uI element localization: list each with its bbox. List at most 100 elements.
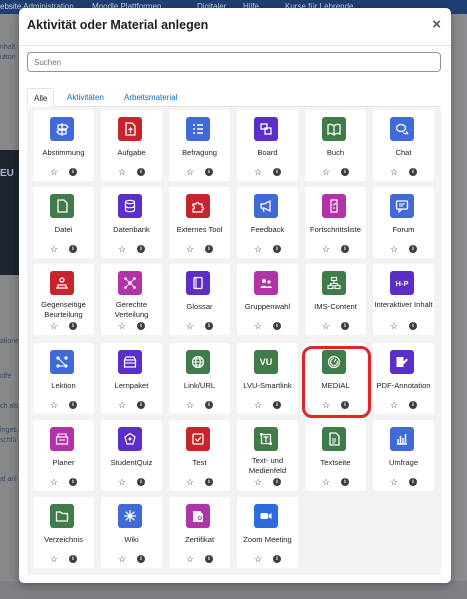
star-icon[interactable]: ☆ [322,167,330,177]
info-icon[interactable]: i [137,401,145,409]
search-input[interactable] [27,52,441,72]
star-icon[interactable]: ☆ [50,477,58,487]
star-icon[interactable]: ☆ [254,167,262,177]
activity-card-lvu-smartlink[interactable]: VU LVU-Smartlink ☆ i [237,343,298,414]
close-button[interactable]: × [432,17,441,32]
info-icon[interactable]: i [205,401,213,409]
info-icon[interactable]: i [273,555,281,563]
activity-card-lernpaket[interactable]: Lernpaket ☆ i [101,343,162,414]
info-icon[interactable]: i [137,322,145,330]
activity-card-lektion[interactable]: Lektion ☆ i [33,343,94,414]
info-icon[interactable]: i [341,168,349,176]
star-icon[interactable]: ☆ [254,321,262,331]
info-icon[interactable]: i [341,245,349,253]
star-icon[interactable]: ☆ [390,400,398,410]
star-icon[interactable]: ☆ [254,400,262,410]
activity-card-board[interactable]: Board ☆ i [237,110,298,181]
info-icon[interactable]: i [69,401,77,409]
info-icon[interactable]: i [205,245,213,253]
activity-card-zoom-meeting[interactable]: Zoom Meeting ☆ i [237,497,298,568]
activity-card-verzeichnis[interactable]: Verzeichnis ☆ i [33,497,94,568]
activity-card-interaktiver-inhalt[interactable]: H-P Interaktiver Inhalt ☆ i [373,264,434,335]
star-icon[interactable]: ☆ [50,554,58,564]
info-icon[interactable]: i [341,322,349,330]
info-icon[interactable]: i [409,322,417,330]
info-icon[interactable]: i [409,168,417,176]
star-icon[interactable]: ☆ [254,477,262,487]
activity-card-forum[interactable]: Forum ☆ i [373,187,434,258]
star-icon[interactable]: ☆ [322,244,330,254]
tab-activities[interactable]: Aktivitäten [61,88,110,107]
star-icon[interactable]: ☆ [254,244,262,254]
activity-card-chat[interactable]: Chat ☆ i [373,110,434,181]
star-icon[interactable]: ☆ [118,554,126,564]
star-icon[interactable]: ☆ [322,400,330,410]
star-icon[interactable]: ☆ [118,477,126,487]
activity-card-text-und-medienfeld[interactable]: Text- und Medienfeld ☆ i [237,420,298,491]
tab-all[interactable]: Alle [27,88,55,108]
info-icon[interactable]: i [205,555,213,563]
star-icon[interactable]: ☆ [50,321,58,331]
info-icon[interactable]: i [69,322,77,330]
info-icon[interactable]: i [205,322,213,330]
activity-card-pdf-annotation[interactable]: PDF-Annotation ☆ i [373,343,434,414]
info-icon[interactable]: i [205,478,213,486]
star-icon[interactable]: ☆ [50,167,58,177]
star-icon[interactable]: ☆ [118,167,126,177]
info-icon[interactable]: i [273,401,281,409]
activity-card-gerechte-verteilung[interactable]: Gerechte Verteilung ☆ i [101,264,162,335]
star-icon[interactable]: ☆ [390,321,398,331]
info-icon[interactable]: i [273,478,281,486]
info-icon[interactable]: i [69,168,77,176]
star-icon[interactable]: ☆ [390,244,398,254]
activity-card-umfrage[interactable]: Umfrage ☆ i [373,420,434,491]
star-icon[interactable]: ☆ [254,554,262,564]
star-icon[interactable]: ☆ [186,244,194,254]
activity-card-befragung[interactable]: Befragung ☆ i [169,110,230,181]
star-icon[interactable]: ☆ [186,554,194,564]
activity-card-medial[interactable]: MEDIAL ☆ i [305,343,366,414]
star-icon[interactable]: ☆ [390,477,398,487]
activity-card-abstimmung[interactable]: Abstimmung ☆ i [33,110,94,181]
star-icon[interactable]: ☆ [186,167,194,177]
activity-card-textseite[interactable]: Textseite ☆ i [305,420,366,491]
activity-card-test[interactable]: Test ☆ i [169,420,230,491]
info-icon[interactable]: i [409,245,417,253]
activity-card-buch[interactable]: Buch ☆ i [305,110,366,181]
activity-card-fortschrittsliste[interactable]: Fortschrittsliste ☆ i [305,187,366,258]
info-icon[interactable]: i [273,245,281,253]
info-icon[interactable]: i [137,168,145,176]
star-icon[interactable]: ☆ [50,244,58,254]
info-icon[interactable]: i [137,478,145,486]
star-icon[interactable]: ☆ [186,477,194,487]
info-icon[interactable]: i [69,555,77,563]
info-icon[interactable]: i [273,322,281,330]
activity-card-zertifikat[interactable]: Zertifikat ☆ i [169,497,230,568]
activity-card-datei[interactable]: Datei ☆ i [33,187,94,258]
info-icon[interactable]: i [409,478,417,486]
tab-resources[interactable]: Arbeitsmaterial [118,88,183,107]
star-icon[interactable]: ☆ [186,400,194,410]
activity-card-ims-content[interactable]: IMS-Content ☆ i [305,264,366,335]
activity-card-aufgabe[interactable]: Aufgabe ☆ i [101,110,162,181]
activity-card-gruppenwahl[interactable]: Gruppenwahl ☆ i [237,264,298,335]
activity-card-planer[interactable]: Planer ☆ i [33,420,94,491]
activity-card-feedback[interactable]: Feedback ☆ i [237,187,298,258]
activity-card-gegenseitige-beurteilung[interactable]: Gegenseitige Beurteilung ☆ i [33,264,94,335]
activity-card-datenbank[interactable]: Datenbank ☆ i [101,187,162,258]
activity-card-wiki[interactable]: Wiki ☆ i [101,497,162,568]
star-icon[interactable]: ☆ [118,244,126,254]
info-icon[interactable]: i [69,478,77,486]
activity-card-studentquiz[interactable]: StudentQuiz ☆ i [101,420,162,491]
info-icon[interactable]: i [205,168,213,176]
star-icon[interactable]: ☆ [322,477,330,487]
star-icon[interactable]: ☆ [118,321,126,331]
info-icon[interactable]: i [137,245,145,253]
info-icon[interactable]: i [273,168,281,176]
activity-card-externes-tool[interactable]: Externes Tool ☆ i [169,187,230,258]
info-icon[interactable]: i [69,245,77,253]
activity-card-glossar[interactable]: Glossar ☆ i [169,264,230,335]
info-icon[interactable]: i [409,401,417,409]
activity-card-link-url[interactable]: Link/URL ☆ i [169,343,230,414]
star-icon[interactable]: ☆ [186,321,194,331]
